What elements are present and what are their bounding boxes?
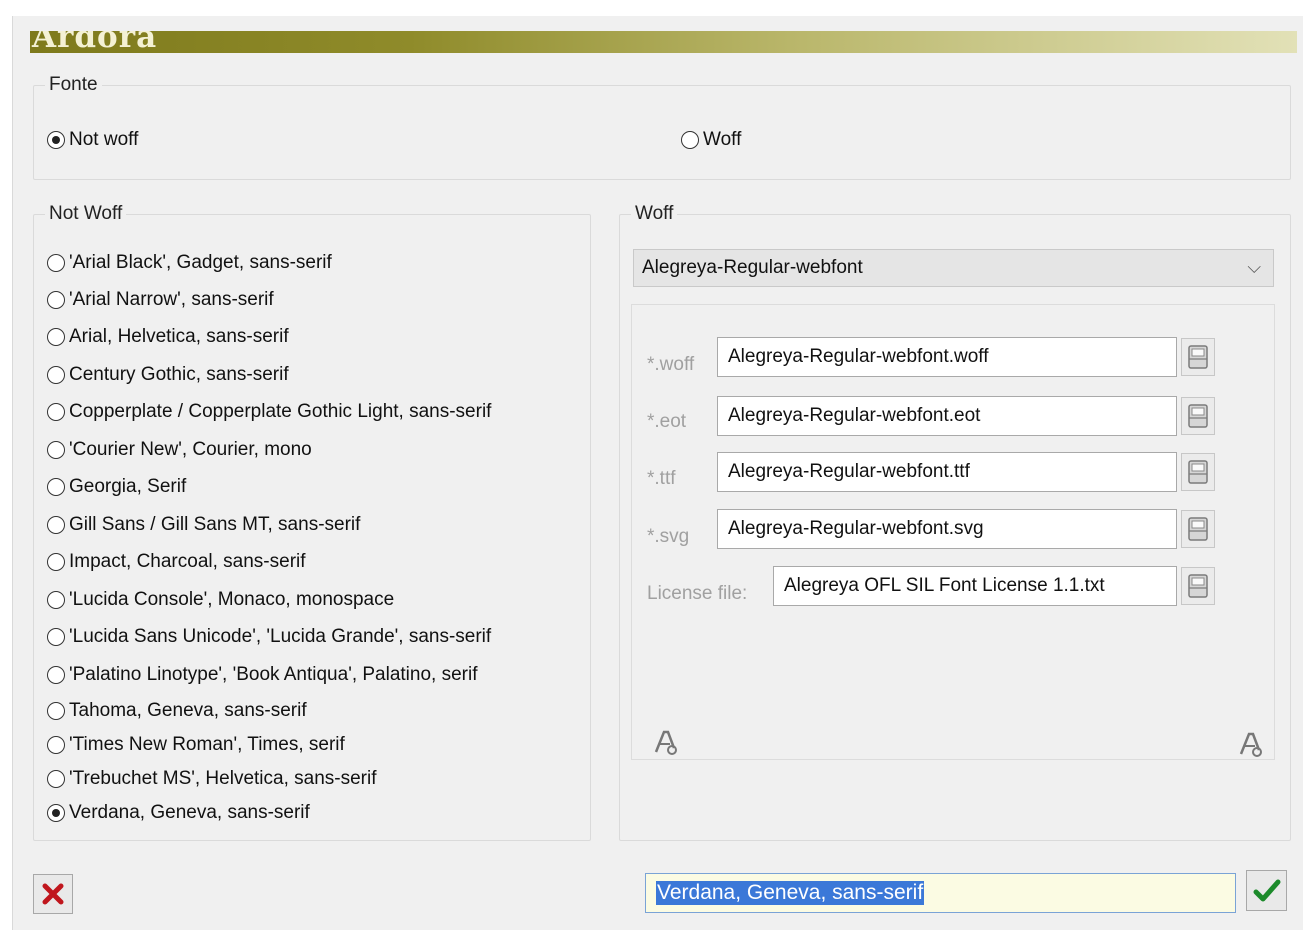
radio-indicator [47,403,65,421]
font-option-label: 'Palatino Linotype', 'Book Antiqua', Pal… [69,664,478,685]
file-open-icon [1188,404,1208,428]
radio-woff[interactable]: Woff [681,129,741,151]
selected-font-text: Verdana, Geneva, sans-serif [656,881,925,905]
font-option[interactable]: 'Times New Roman', Times, serif [47,734,345,756]
font-option[interactable]: 'Trebuchet MS', Helvetica, sans-serif [47,768,377,790]
fonte-group: Fonte [33,74,1291,180]
font-option[interactable]: 'Arial Narrow', sans-serif [47,289,274,311]
font-option-label: 'Lucida Sans Unicode', 'Lucida Grande', … [69,626,492,647]
title-banner: Ardora [30,31,1297,53]
radio-indicator [47,366,65,384]
font-option-label: 'Trebuchet MS', Helvetica, sans-serif [69,768,377,789]
eot-file-browse-button[interactable] [1181,397,1215,435]
font-option-label: Arial, Helvetica, sans-serif [69,326,289,347]
radio-indicator [681,131,699,149]
cancel-button[interactable] [33,874,73,914]
fonte-legend: Fonte [49,74,98,95]
radio-indicator [47,441,65,459]
font-option-label: 'Courier New', Courier, mono [69,439,312,460]
font-option[interactable]: Arial, Helvetica, sans-serif [47,326,289,348]
radio-label: Woff [703,129,742,150]
webfont-select-value: Alegreya-Regular-webfont [642,257,863,278]
radio-indicator [47,553,65,571]
license-file-input[interactable]: Alegreya OFL SIL Font License 1.1.txt [773,566,1177,606]
radio-label: Not woff [69,129,139,150]
checkmark-icon [1253,879,1280,901]
woff-file-input[interactable]: Alegreya-Regular-webfont.woff [717,337,1177,377]
font-option[interactable]: 'Palatino Linotype', 'Book Antiqua', Pal… [47,664,478,686]
file-open-icon [1188,517,1208,541]
font-option[interactable]: Tahoma, Geneva, sans-serif [47,700,307,722]
font-option-label: Impact, Charcoal, sans-serif [69,551,306,572]
font-option-label: Tahoma, Geneva, sans-serif [69,700,307,721]
close-icon [42,883,64,905]
radio-not-woff[interactable]: Not woff [47,129,138,151]
font-option-label: 'Lucida Console', Monaco, monospace [69,589,395,610]
font-option[interactable]: Impact, Charcoal, sans-serif [47,551,306,573]
radio-indicator [47,591,65,609]
radio-indicator [47,254,65,272]
selected-font-field[interactable]: Verdana, Geneva, sans-serif [645,873,1236,913]
file-open-icon [1188,574,1208,598]
font-option[interactable]: 'Arial Black', Gadget, sans-serif [47,252,332,274]
file-open-icon [1188,345,1208,369]
radio-indicator [47,516,65,534]
woff-file-label: *.woff [647,354,695,375]
font-option[interactable]: 'Courier New', Courier, mono [47,439,312,461]
svg-file-label: *.svg [647,526,690,547]
radio-indicator [47,628,65,646]
radio-indicator [47,291,65,309]
ok-button[interactable] [1246,870,1287,911]
font-option-label: Georgia, Serif [69,476,187,497]
font-option-label: Gill Sans / Gill Sans MT, sans-serif [69,514,361,535]
ttf-file-browse-button[interactable] [1181,453,1215,491]
license-file-label: License file: [647,583,748,604]
not-woff-legend: Not Woff [49,203,123,224]
radio-indicator [47,736,65,754]
radio-indicator [47,328,65,346]
ttf-file-input[interactable]: Alegreya-Regular-webfont.ttf [717,452,1177,492]
svg-file-input[interactable]: Alegreya-Regular-webfont.svg [717,509,1177,549]
license-file-browse-button[interactable] [1181,567,1215,605]
font-option[interactable]: 'Lucida Console', Monaco, monospace [47,589,394,611]
font-preview-icon[interactable] [652,728,680,762]
radio-indicator [47,804,65,822]
radio-indicator [47,702,65,720]
font-option[interactable]: Copperplate / Copperplate Gothic Light, … [47,401,491,423]
eot-file-input[interactable]: Alegreya-Regular-webfont.eot [717,396,1177,436]
app-title: Ardora [32,31,158,53]
font-option-label: Copperplate / Copperplate Gothic Light, … [69,401,492,422]
font-option-label: 'Arial Narrow', sans-serif [69,289,274,310]
font-option[interactable]: Century Gothic, sans-serif [47,364,289,386]
radio-indicator [47,478,65,496]
woff-file-browse-button[interactable] [1181,338,1215,376]
font-preview-icon[interactable] [1237,730,1265,764]
webfont-select[interactable]: Alegreya-Regular-webfont ⌵ [633,249,1274,287]
font-option-label: 'Arial Black', Gadget, sans-serif [69,252,332,273]
ttf-file-label: *.ttf [647,468,676,489]
radio-indicator [47,666,65,684]
radio-indicator [47,770,65,788]
font-option-label: 'Times New Roman', Times, serif [69,734,345,755]
font-option[interactable]: Verdana, Geneva, sans-serif [47,802,310,824]
file-open-icon [1188,460,1208,484]
font-option[interactable]: Gill Sans / Gill Sans MT, sans-serif [47,514,360,536]
font-option[interactable]: 'Lucida Sans Unicode', 'Lucida Grande', … [47,626,491,648]
font-option[interactable]: Georgia, Serif [47,476,186,498]
chevron-down-icon: ⌵ [1247,257,1261,277]
svg-file-browse-button[interactable] [1181,510,1215,548]
radio-indicator [47,131,65,149]
eot-file-label: *.eot [647,411,687,432]
font-option-label: Verdana, Geneva, sans-serif [69,802,310,823]
woff-legend: Woff [635,203,674,224]
font-option-label: Century Gothic, sans-serif [69,364,289,385]
